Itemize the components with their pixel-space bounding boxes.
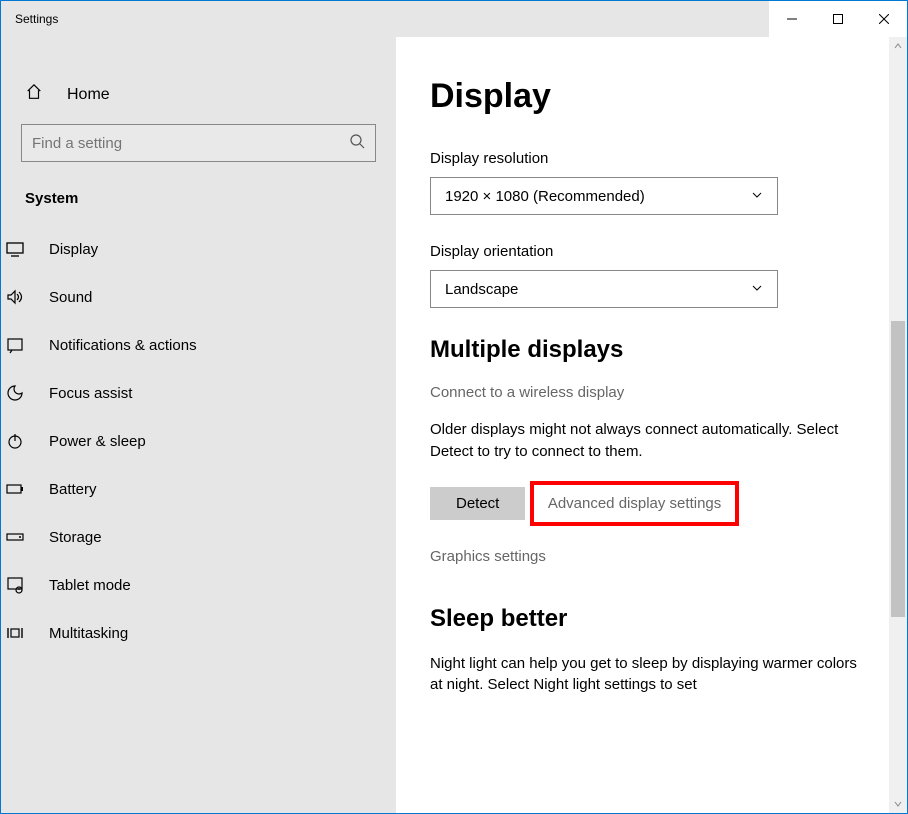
scrollbar-track[interactable]: [889, 55, 907, 795]
search-icon: [349, 133, 365, 154]
orientation-label: Display orientation: [430, 243, 863, 260]
titlebar: Settings: [1, 1, 907, 37]
sidebar: Home System Display Sound Notifications …: [1, 37, 396, 813]
sidebar-item-power-sleep[interactable]: Power & sleep: [0, 417, 416, 465]
sidebar-item-label: Focus assist: [49, 385, 132, 402]
sidebar-item-multitasking[interactable]: Multitasking: [0, 609, 416, 657]
minimize-button[interactable]: [769, 1, 815, 37]
tablet-mode-icon: [5, 575, 25, 595]
home-icon: [25, 83, 43, 106]
resolution-value: 1920 × 1080 (Recommended): [445, 188, 645, 205]
highlight-annotation: Advanced display settings: [530, 481, 739, 526]
chevron-down-icon: [751, 281, 763, 298]
sidebar-item-label: Tablet mode: [49, 577, 131, 594]
battery-icon: [5, 479, 25, 499]
sidebar-item-sound[interactable]: Sound: [0, 273, 416, 321]
orientation-value: Landscape: [445, 281, 518, 298]
resolution-dropdown[interactable]: 1920 × 1080 (Recommended): [430, 177, 778, 215]
notifications-icon: [5, 335, 25, 355]
wireless-display-link[interactable]: Connect to a wireless display: [430, 384, 863, 401]
sidebar-item-label: Multitasking: [49, 625, 128, 642]
sidebar-item-tablet-mode[interactable]: Tablet mode: [0, 561, 416, 609]
scroll-up-arrow[interactable]: [889, 37, 907, 55]
close-button[interactable]: [861, 1, 907, 37]
sidebar-item-display[interactable]: Display: [0, 225, 416, 273]
window-controls: [769, 1, 907, 37]
sleep-better-text: Night light can help you get to sleep by…: [430, 653, 863, 697]
multiple-displays-title: Multiple displays: [430, 336, 863, 364]
sound-icon: [5, 287, 25, 307]
category-title: System: [21, 190, 376, 225]
older-displays-text: Older displays might not always connect …: [430, 419, 863, 463]
sleep-better-title: Sleep better: [430, 605, 863, 633]
scrollbar-thumb[interactable]: [891, 321, 905, 617]
storage-icon: [5, 527, 25, 547]
orientation-dropdown[interactable]: Landscape: [430, 270, 778, 308]
search-box[interactable]: [21, 124, 376, 162]
page-title: Display: [430, 77, 863, 116]
scrollbar[interactable]: [889, 37, 907, 813]
scroll-down-arrow[interactable]: [889, 795, 907, 813]
sidebar-item-focus-assist[interactable]: Focus assist: [0, 369, 416, 417]
maximize-button[interactable]: [815, 1, 861, 37]
graphics-settings-link[interactable]: Graphics settings: [430, 548, 863, 565]
sidebar-item-label: Notifications & actions: [49, 337, 197, 354]
sidebar-item-label: Sound: [49, 289, 92, 306]
home-link[interactable]: Home: [21, 77, 376, 124]
sidebar-item-label: Storage: [49, 529, 102, 546]
power-icon: [5, 431, 25, 451]
nav-list: Display Sound Notifications & actions Fo…: [0, 225, 416, 657]
focus-assist-icon: [5, 383, 25, 403]
sidebar-item-battery[interactable]: Battery: [0, 465, 416, 513]
multitasking-icon: [5, 623, 25, 643]
sidebar-item-label: Power & sleep: [49, 433, 146, 450]
sidebar-item-notifications[interactable]: Notifications & actions: [0, 321, 416, 369]
resolution-label: Display resolution: [430, 150, 863, 167]
display-icon: [5, 239, 25, 259]
detect-button[interactable]: Detect: [430, 487, 525, 520]
sidebar-item-label: Battery: [49, 481, 97, 498]
home-label: Home: [67, 86, 110, 104]
search-input[interactable]: [32, 135, 349, 152]
chevron-down-icon: [751, 188, 763, 205]
sidebar-item-label: Display: [49, 241, 98, 258]
window-title: Settings: [1, 12, 58, 26]
advanced-display-settings-link[interactable]: Advanced display settings: [548, 495, 721, 512]
content-area: Display Display resolution 1920 × 1080 (…: [396, 37, 907, 813]
sidebar-item-storage[interactable]: Storage: [0, 513, 416, 561]
